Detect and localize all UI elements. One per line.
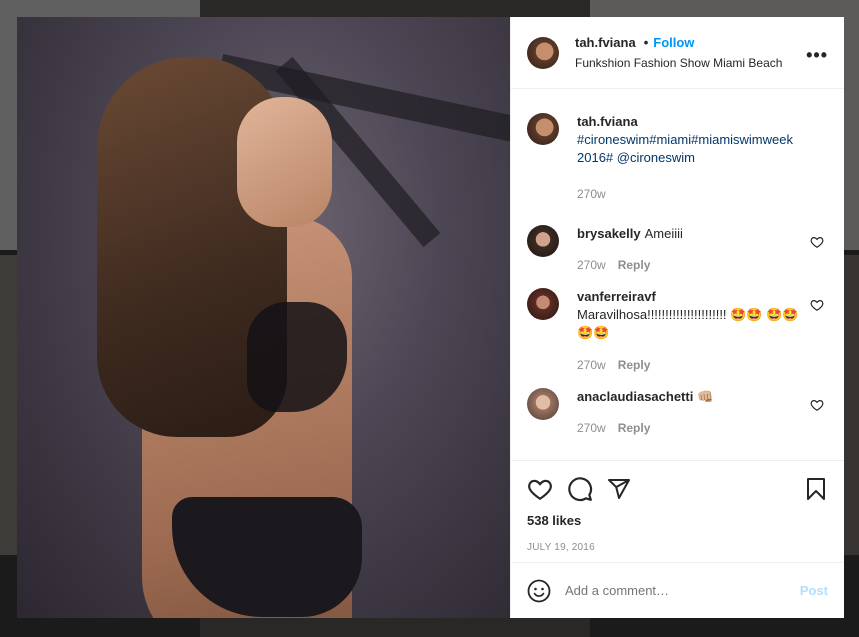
comment-time[interactable]: 270w xyxy=(577,356,606,374)
heart-icon[interactable] xyxy=(810,298,824,312)
list-item: vanferreiravf Maravilhosa!!!!!!!!!!!!!!!… xyxy=(527,288,828,374)
post-button[interactable]: Post xyxy=(800,583,828,598)
model-figure xyxy=(97,57,362,618)
heart-icon[interactable] xyxy=(810,398,824,412)
reply-button[interactable]: Reply xyxy=(618,256,651,274)
comment-input[interactable] xyxy=(565,583,800,598)
post-modal: tah.fviana • Follow Funkshion Fashion Sh… xyxy=(17,17,844,618)
comment-text: Ameiiii xyxy=(644,226,683,241)
caption-meta: 270w xyxy=(577,185,807,203)
avatar[interactable] xyxy=(527,225,559,257)
comment-username[interactable]: anaclaudiasachetti xyxy=(577,389,693,404)
comment-body: anaclaudiasachetti 👊🏼 270w Reply xyxy=(577,388,807,437)
comment-time[interactable]: 270w xyxy=(577,419,606,437)
comments-list[interactable]: tah.fviana #cironeswim#miami#miamiswimwe… xyxy=(511,89,844,460)
post-header: tah.fviana • Follow Funkshion Fashion Sh… xyxy=(511,17,844,89)
figure-face xyxy=(237,97,332,227)
comment-meta: 270w Reply xyxy=(577,419,807,437)
more-options-icon[interactable]: ••• xyxy=(806,45,828,66)
list-item: brysakelly Ameiiii 270w Reply xyxy=(527,225,828,274)
header-text: tah.fviana • Follow Funkshion Fashion Sh… xyxy=(575,35,782,70)
username-link[interactable]: tah.fviana xyxy=(575,35,636,50)
add-comment-bar: Post xyxy=(511,562,844,618)
caption-username[interactable]: tah.fviana xyxy=(577,114,638,129)
comment-username[interactable]: brysakelly xyxy=(577,226,641,241)
bookmark-icon[interactable] xyxy=(804,476,828,502)
smiley-icon[interactable] xyxy=(527,579,551,603)
reply-button[interactable]: Reply xyxy=(618,419,651,437)
post-sidebar: tah.fviana • Follow Funkshion Fashion Sh… xyxy=(510,17,844,618)
location-link[interactable]: Funkshion Fashion Show Miami Beach xyxy=(575,56,782,70)
separator-dot: • xyxy=(643,35,649,50)
comment-meta: 270w Reply xyxy=(577,256,807,274)
likes-count[interactable]: 538 likes xyxy=(527,513,828,528)
heart-icon[interactable] xyxy=(810,235,824,249)
comment-username[interactable]: vanferreiravf xyxy=(577,289,656,304)
post-date[interactable]: JULY 19, 2016 xyxy=(527,542,828,553)
avatar[interactable] xyxy=(527,113,559,145)
comment-body: vanferreiravf Maravilhosa!!!!!!!!!!!!!!!… xyxy=(577,288,807,374)
like-heart-icon[interactable] xyxy=(527,476,553,502)
comment-text: Maravilhosa!!!!!!!!!!!!!!!!!!!!!! 🤩🤩 🤩🤩🤩… xyxy=(577,307,799,340)
avatar[interactable] xyxy=(527,36,559,69)
caption-text[interactable]: #cironeswim#miami#miamiswimweek 2016# @c… xyxy=(577,131,807,167)
share-icon[interactable] xyxy=(607,477,631,501)
header-line: tah.fviana • Follow xyxy=(575,35,782,50)
caption: tah.fviana #cironeswim#miami#miamiswimwe… xyxy=(527,113,828,203)
action-icons xyxy=(527,469,828,509)
reply-button[interactable]: Reply xyxy=(618,356,651,374)
comment-meta: 270w Reply xyxy=(577,356,807,374)
follow-button[interactable]: Follow xyxy=(653,35,694,50)
post-actions: 538 likes JULY 19, 2016 xyxy=(511,460,844,562)
caption-time[interactable]: 270w xyxy=(577,185,606,203)
post-photo[interactable] xyxy=(17,17,510,618)
comment-time[interactable]: 270w xyxy=(577,256,606,274)
comment-text: 👊🏼 xyxy=(697,389,714,404)
list-item: anaclaudiasachetti 👊🏼 270w Reply xyxy=(527,388,828,437)
comment-icon[interactable] xyxy=(567,476,593,502)
avatar[interactable] xyxy=(527,288,559,320)
avatar[interactable] xyxy=(527,388,559,420)
comment-body: brysakelly Ameiiii 270w Reply xyxy=(577,225,807,274)
caption-body: tah.fviana #cironeswim#miami#miamiswimwe… xyxy=(577,113,807,203)
